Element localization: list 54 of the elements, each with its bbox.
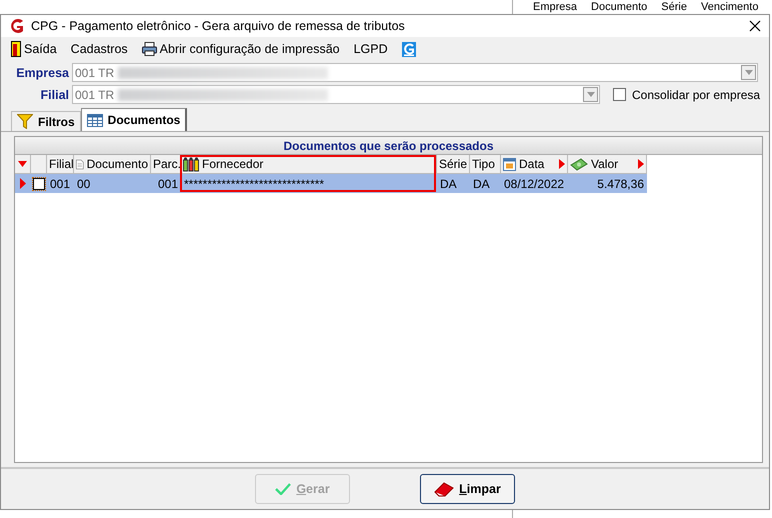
clear-button[interactable]: Limpar xyxy=(420,474,515,504)
table-cell: DA xyxy=(440,176,457,190)
column-header[interactable]: Filial xyxy=(47,155,74,174)
right-triangle-icon xyxy=(638,159,644,169)
tab[interactable]: Documentos xyxy=(80,108,188,131)
table-icon xyxy=(86,114,103,126)
row-pointer-icon xyxy=(20,178,26,189)
tab[interactable]: Filtros xyxy=(11,111,81,131)
row-checkbox[interactable] xyxy=(33,178,45,190)
column-header[interactable]: Série xyxy=(437,155,470,174)
table-cell: DA xyxy=(473,176,490,190)
table-cell: 5.478,36 xyxy=(597,176,644,190)
company-dropdown[interactable]: 001 TR xyxy=(72,63,758,82)
menu-item[interactable]: Abrir configuração de impressão xyxy=(142,42,340,56)
column-header: Série xyxy=(661,0,687,14)
caret-icon xyxy=(586,92,594,97)
printer-icon xyxy=(142,42,157,56)
column-header: Vencimento xyxy=(700,0,758,14)
column-header: Empresa xyxy=(533,0,578,14)
table-cell: 08/12/2022 xyxy=(504,176,564,190)
eraser-icon xyxy=(434,482,454,496)
app-logo-icon xyxy=(9,18,25,34)
money-icon xyxy=(570,158,588,170)
field-label: Filial xyxy=(40,88,70,102)
menu-item[interactable]: Saída xyxy=(11,41,57,57)
column-header[interactable]: Data xyxy=(501,155,568,174)
column-header[interactable] xyxy=(15,155,31,174)
grid-title: Documentos que serão processados xyxy=(15,137,762,155)
field-label: Empresa xyxy=(15,66,70,80)
table-cell: 00 xyxy=(77,176,90,190)
branch-dropdown[interactable]: 001 TR xyxy=(72,85,600,104)
checkmark-icon xyxy=(275,483,292,495)
down-triangle-icon xyxy=(18,161,27,167)
consolidate-checkbox[interactable]: Consolidar por empresa xyxy=(613,88,760,102)
menu-item[interactable]: LGPD xyxy=(354,42,388,56)
door-icon xyxy=(11,41,21,57)
calendar-icon xyxy=(503,158,516,170)
caret-icon xyxy=(744,70,752,75)
window-title: CPG - Pagamento eletrônico - Gera arquivo de remessa de tributos xyxy=(31,19,406,33)
document-icon xyxy=(76,156,84,172)
table-cell: 001 xyxy=(50,176,70,190)
column-header[interactable]: Documento xyxy=(74,155,151,174)
column-header[interactable]: Tipo xyxy=(470,155,501,174)
logo-icon[interactable] xyxy=(402,42,416,56)
table-cell: ****************************** xyxy=(184,176,324,190)
column-header[interactable]: Parc. xyxy=(151,155,181,174)
right-triangle-icon xyxy=(559,159,565,169)
close-icon[interactable] xyxy=(749,20,761,32)
funnel-icon xyxy=(17,114,33,129)
column-header[interactable]: Valor xyxy=(568,155,647,174)
table-row[interactable]: 001 00 001 ****************************** DA DA 08/12/2022 5.478,36 xyxy=(15,174,647,193)
table-cell: 001 xyxy=(158,176,178,190)
column-header: Documento xyxy=(591,0,648,14)
menu-item[interactable]: Cadastros xyxy=(70,42,128,56)
